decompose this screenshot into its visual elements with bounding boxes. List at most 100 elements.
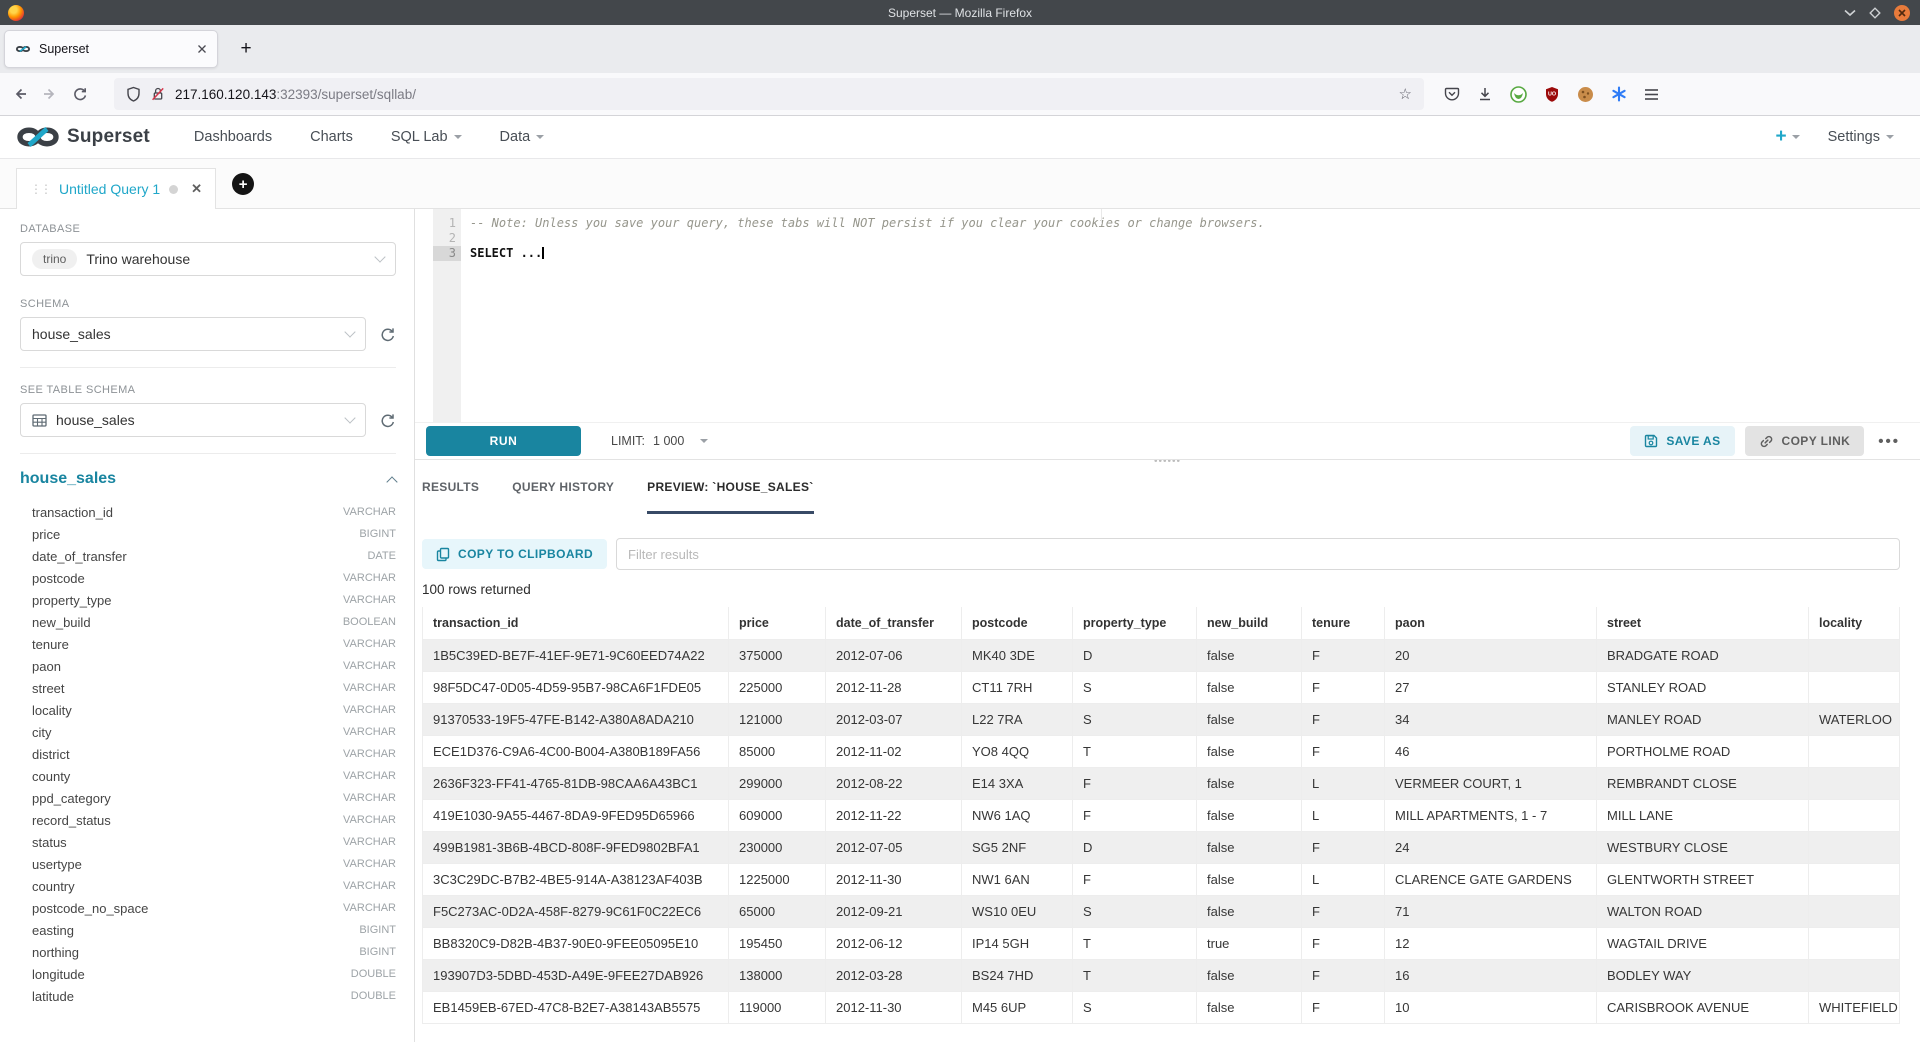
tab-results[interactable]: RESULTS bbox=[422, 460, 479, 514]
window-title: Superset — Mozilla Firefox bbox=[0, 6, 1920, 20]
insecure-lock-icon[interactable] bbox=[150, 86, 166, 102]
column-header-transaction_id[interactable]: transaction_id bbox=[423, 607, 729, 640]
table-cell: 12 bbox=[1385, 928, 1597, 960]
table-cell: false bbox=[1197, 704, 1302, 736]
new-item-button[interactable]: + bbox=[1775, 126, 1799, 148]
pane-resize-handle[interactable]: •••••••••••• bbox=[1150, 459, 1185, 464]
column-header-date_of_transfer[interactable]: date_of_transfer bbox=[826, 607, 962, 640]
table-cell: T bbox=[1073, 928, 1197, 960]
table-cell: MILL APARTMENTS, 1 - 7 bbox=[1385, 800, 1597, 832]
more-actions-button[interactable]: ••• bbox=[1878, 433, 1900, 450]
extension-sparkle-icon[interactable] bbox=[1611, 86, 1627, 102]
database-select[interactable]: trino Trino warehouse bbox=[20, 242, 396, 276]
brand-name[interactable]: Superset bbox=[67, 126, 150, 148]
nav-dashboards[interactable]: Dashboards bbox=[194, 129, 272, 145]
column-name: tenure bbox=[32, 637, 69, 652]
drag-handle-icon[interactable]: ⋮⋮ bbox=[30, 182, 50, 196]
add-query-tab-button[interactable]: + bbox=[232, 173, 254, 195]
table-cell: F5C273AC-0D2A-458F-8279-9C61F0C22EC6 bbox=[423, 896, 729, 928]
menu-hamburger-icon[interactable] bbox=[1644, 88, 1659, 101]
save-as-button[interactable]: SAVE AS bbox=[1630, 426, 1734, 456]
schema-column-row: priceBIGINT bbox=[20, 523, 396, 545]
column-header-postcode[interactable]: postcode bbox=[962, 607, 1073, 640]
column-type: VARCHAR bbox=[343, 726, 396, 738]
editor-gutter: 1 2 3 bbox=[433, 209, 461, 422]
query-tab-untitled[interactable]: ⋮⋮ Untitled Query 1 ✕ bbox=[16, 168, 216, 209]
nav-charts[interactable]: Charts bbox=[310, 129, 353, 145]
refresh-table-icon[interactable] bbox=[379, 412, 396, 429]
table-cell: REMBRANDT CLOSE bbox=[1597, 768, 1809, 800]
reload-icon[interactable] bbox=[72, 86, 102, 102]
table-cell: VERMEER COURT, 1 bbox=[1385, 768, 1597, 800]
refresh-schema-icon[interactable] bbox=[379, 326, 396, 343]
table-cell: false bbox=[1197, 832, 1302, 864]
table-cell: 225000 bbox=[729, 672, 826, 704]
column-name: postcode bbox=[32, 571, 85, 586]
table-cell: F bbox=[1302, 736, 1385, 768]
limit-label: LIMIT: bbox=[611, 434, 645, 448]
query-tab-close-icon[interactable]: ✕ bbox=[191, 181, 202, 197]
column-header-tenure[interactable]: tenure bbox=[1302, 607, 1385, 640]
collapse-chevron-icon[interactable] bbox=[386, 476, 397, 487]
schema-column-row: countyVARCHAR bbox=[20, 765, 396, 787]
schema-column-row: latitudeDOUBLE bbox=[20, 985, 396, 1007]
column-name: record_status bbox=[32, 813, 111, 828]
schema-column-row: tenure VARCHAR bbox=[20, 633, 396, 655]
table-cell: 2012-09-21 bbox=[826, 896, 962, 928]
filter-results-input[interactable] bbox=[616, 538, 1900, 570]
downloads-icon[interactable] bbox=[1477, 86, 1493, 102]
sql-editor[interactable]: 1 2 3 -- Note: Unless you save your quer… bbox=[415, 209, 1920, 423]
tab-query-history[interactable]: QUERY HISTORY bbox=[512, 460, 614, 514]
schema-select[interactable]: house_sales bbox=[20, 317, 366, 351]
table-cell: S bbox=[1073, 672, 1197, 704]
editor-line-blank bbox=[470, 231, 1920, 246]
bookmark-star-icon[interactable]: ☆ bbox=[1399, 85, 1412, 103]
table-schema-select[interactable]: house_sales bbox=[20, 403, 366, 437]
column-header-paon[interactable]: paon bbox=[1385, 607, 1597, 640]
window-minimize-icon[interactable] bbox=[1844, 9, 1856, 17]
column-name: status bbox=[32, 835, 67, 850]
column-type: VARCHAR bbox=[343, 572, 396, 584]
schema-column-row: longitudeDOUBLE bbox=[20, 963, 396, 985]
table-cell: 20 bbox=[1385, 640, 1597, 672]
nav-data[interactable]: Data bbox=[500, 129, 545, 145]
extension-cookie-icon[interactable] bbox=[1577, 86, 1594, 103]
table-cell: L bbox=[1302, 768, 1385, 800]
table-row: 98F5DC47-0D05-4D59-95B7-98CA6F1FDE052250… bbox=[423, 672, 1900, 704]
browser-tab-close-icon[interactable] bbox=[197, 44, 207, 54]
nav-sql-lab[interactable]: SQL Lab bbox=[391, 129, 462, 145]
table-name-heading[interactable]: house_sales bbox=[20, 470, 116, 488]
settings-menu[interactable]: Settings bbox=[1828, 129, 1894, 145]
schema-column-row: usertypeVARCHAR bbox=[20, 853, 396, 875]
browser-new-tab-button[interactable]: + bbox=[232, 38, 260, 60]
editor-code-area[interactable]: -- Note: Unless you save your query, the… bbox=[461, 209, 1920, 422]
table-icon bbox=[32, 414, 47, 427]
column-type: VARCHAR bbox=[343, 638, 396, 650]
column-header-property_type[interactable]: property_type bbox=[1073, 607, 1197, 640]
limit-dropdown[interactable]: LIMIT: 1 000 bbox=[611, 434, 708, 448]
divider bbox=[20, 453, 396, 454]
run-button[interactable]: RUN bbox=[426, 426, 581, 456]
browser-tab-superset[interactable]: Superset bbox=[4, 30, 218, 68]
column-header-street[interactable]: street bbox=[1597, 607, 1809, 640]
column-header-price[interactable]: price bbox=[729, 607, 826, 640]
schema-column-row: property_typeVARCHAR bbox=[20, 589, 396, 611]
column-header-locality[interactable]: locality bbox=[1809, 607, 1900, 640]
table-cell: 2012-11-22 bbox=[826, 800, 962, 832]
copy-to-clipboard-button[interactable]: COPY TO CLIPBOARD bbox=[422, 539, 607, 569]
table-cell: false bbox=[1197, 640, 1302, 672]
table-cell: BRADGATE ROAD bbox=[1597, 640, 1809, 672]
tab-preview-house-sales[interactable]: PREVIEW: `HOUSE_SALES` bbox=[647, 460, 813, 514]
copy-link-button[interactable]: COPY LINK bbox=[1745, 426, 1865, 456]
column-header-new_build[interactable]: new_build bbox=[1197, 607, 1302, 640]
window-close-icon[interactable] bbox=[1894, 5, 1910, 21]
column-type: VARCHAR bbox=[343, 880, 396, 892]
shield-icon[interactable] bbox=[126, 86, 141, 102]
forward-icon[interactable] bbox=[42, 86, 72, 102]
pocket-icon[interactable] bbox=[1444, 86, 1460, 102]
url-bar[interactable]: 217.160.120.143:32393/superset/sqllab/ ☆ bbox=[114, 78, 1424, 110]
extension-ublock-icon[interactable]: UO bbox=[1544, 86, 1560, 103]
back-icon[interactable] bbox=[12, 86, 42, 102]
window-maximize-icon[interactable] bbox=[1869, 7, 1881, 19]
extension-mask-icon[interactable] bbox=[1510, 86, 1527, 103]
